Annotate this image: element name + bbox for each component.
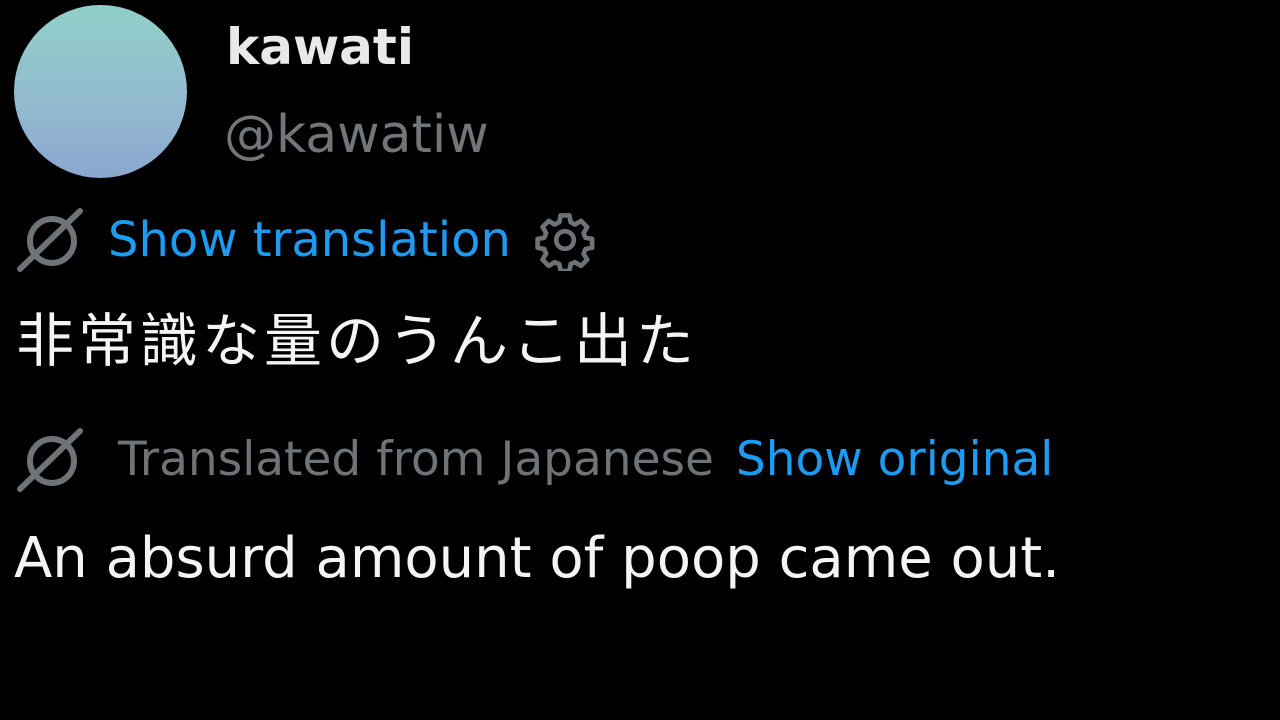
show-original-link[interactable]: Show original — [736, 427, 1053, 493]
gear-icon[interactable] — [533, 208, 597, 272]
translate-icon — [14, 424, 88, 496]
tweet-translated-text: An absurd amount of poop came out. — [14, 526, 1061, 591]
avatar[interactable] — [14, 5, 187, 178]
tweet-original-text: 非常識な量のうんこ出た — [16, 307, 699, 375]
translate-icon — [14, 204, 88, 276]
display-name[interactable]: kawati — [226, 14, 414, 80]
show-translation-row: Show translation — [14, 204, 597, 276]
user-handle[interactable]: @kawatiw — [224, 102, 489, 168]
show-translation-link[interactable]: Show translation — [108, 207, 511, 273]
translated-row: Translated from Japanese Show original — [14, 424, 1053, 496]
translated-from-label: Translated from Japanese — [118, 432, 714, 487]
